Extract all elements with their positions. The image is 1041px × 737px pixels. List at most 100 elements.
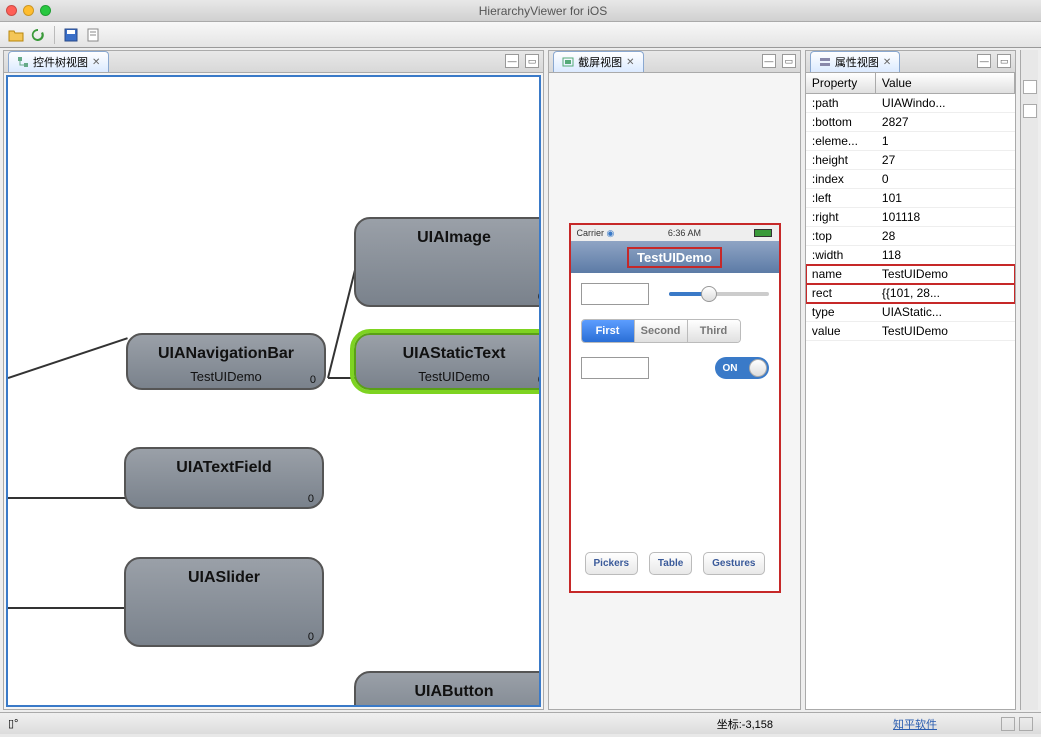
property-row[interactable]: :left101 — [806, 189, 1015, 208]
status-tool-1[interactable] — [1001, 717, 1015, 731]
tree-node-tf[interactable]: UIATextField0 — [124, 447, 324, 509]
switch[interactable]: ON — [715, 357, 769, 379]
property-value: 1 — [876, 132, 1015, 150]
tree-panel: 控件树视图 ✕ — ▭ UIANavigationBarTestUIDemo0U… — [3, 50, 544, 710]
close-icon[interactable]: ✕ — [92, 57, 100, 68]
tree-icon — [17, 56, 29, 68]
segment-second[interactable]: Second — [635, 320, 688, 342]
col-property[interactable]: Property — [806, 73, 876, 93]
property-value: 101 — [876, 189, 1015, 207]
close-icon[interactable]: ✕ — [626, 57, 634, 68]
switch-label: ON — [723, 363, 738, 374]
segment-third[interactable]: Third — [688, 320, 740, 342]
node-title: UIAButton — [356, 683, 541, 701]
minimize-panel-button[interactable]: — — [505, 54, 519, 68]
minimize-panel-button[interactable]: — — [762, 54, 776, 68]
property-row[interactable]: :index0 — [806, 170, 1015, 189]
node-title: UIANavigationBar — [128, 345, 324, 363]
screenshot-tab[interactable]: 截屏视图 ✕ — [553, 51, 643, 72]
property-row[interactable]: :top28 — [806, 227, 1015, 246]
properties-tab-label: 属性视图 — [835, 54, 879, 70]
carrier-label: Carrier ◉ — [577, 228, 615, 239]
property-value: 101118 — [876, 208, 1015, 226]
property-row[interactable]: :height27 — [806, 151, 1015, 170]
col-value[interactable]: Value — [876, 73, 1015, 93]
property-row[interactable]: typeUIAStatic... — [806, 303, 1015, 322]
property-row[interactable]: :bottom2827 — [806, 113, 1015, 132]
property-row[interactable]: :width118 — [806, 246, 1015, 265]
main-area: 控件树视图 ✕ — ▭ UIANavigationBarTestUIDemo0U… — [0, 48, 1041, 712]
document-button[interactable] — [83, 25, 103, 45]
refresh-button[interactable] — [28, 25, 48, 45]
property-key: :path — [806, 94, 876, 112]
property-key: :bottom — [806, 113, 876, 131]
property-key: type — [806, 303, 876, 321]
sidebar-tool-2[interactable] — [1023, 104, 1037, 118]
tree-node-nav[interactable]: UIANavigationBarTestUIDemo0 — [126, 333, 326, 390]
node-badge: 0 — [538, 291, 541, 303]
property-row[interactable]: :pathUIAWindo... — [806, 94, 1015, 113]
slider[interactable] — [669, 284, 769, 304]
sidebar-tool-1[interactable] — [1023, 80, 1037, 94]
save-button[interactable] — [61, 25, 81, 45]
node-title: UIATextField — [126, 459, 322, 477]
minimize-panel-button[interactable]: — — [977, 54, 991, 68]
status-tool-2[interactable] — [1019, 717, 1033, 731]
vendor-link[interactable]: 知平软件 — [893, 716, 937, 732]
phone-content: FirstSecondThird ON Pickers Table Gestures — [571, 273, 779, 591]
property-row[interactable]: nameTestUIDemo — [806, 265, 1015, 284]
button-gestures[interactable]: Gestures — [703, 552, 764, 575]
property-row[interactable]: :right101118 — [806, 208, 1015, 227]
text-field-2[interactable] — [581, 357, 649, 379]
tree-node-btn[interactable]: UIAButtonFirst0 — [354, 671, 541, 707]
property-value: {{101, 28... — [876, 284, 1015, 302]
status-bar: Carrier ◉ 6:36 AM — [571, 225, 779, 241]
property-key: :top — [806, 227, 876, 245]
property-value: 118 — [876, 246, 1015, 264]
properties-table[interactable]: Property Value :pathUIAWindo...:bottom28… — [806, 73, 1015, 709]
property-row[interactable]: valueTestUIDemo — [806, 322, 1015, 341]
slider-thumb[interactable] — [701, 286, 717, 302]
close-icon[interactable]: ✕ — [883, 57, 891, 68]
maximize-panel-button[interactable]: ▭ — [782, 54, 796, 68]
property-row[interactable]: rect{{101, 28... — [806, 284, 1015, 303]
segment-first[interactable]: First — [582, 320, 635, 342]
tree-node-img[interactable]: UIAImage0 — [354, 217, 541, 307]
toolbar — [0, 22, 1041, 48]
tree-node-sl[interactable]: UIASlider0 — [124, 557, 324, 647]
property-value: 27 — [876, 151, 1015, 169]
properties-panel: 属性视图 ✕ — ▭ Property Value :pathUIAWindo.… — [805, 50, 1016, 710]
node-subtitle: TestUIDemo — [356, 369, 541, 384]
toolbar-separator — [54, 26, 55, 44]
maximize-panel-button[interactable]: ▭ — [997, 54, 1011, 68]
tree-canvas[interactable]: UIANavigationBarTestUIDemo0UIAImage0UIAS… — [6, 75, 541, 707]
tree-tab[interactable]: 控件树视图 ✕ — [8, 51, 109, 72]
zoom-icon[interactable] — [40, 5, 51, 16]
property-key: value — [806, 322, 876, 340]
tree-edge — [8, 607, 126, 609]
node-badge: 0 — [308, 631, 314, 643]
text-field[interactable] — [581, 283, 649, 305]
property-value: 0 — [876, 170, 1015, 188]
segmented-control[interactable]: FirstSecondThird — [581, 319, 741, 343]
navigation-bar: TestUIDemo — [571, 241, 779, 273]
properties-tab[interactable]: 属性视图 ✕ — [810, 51, 900, 72]
tree-edge — [8, 337, 129, 379]
property-value: 28 — [876, 227, 1015, 245]
tree-node-st[interactable]: UIAStaticTextTestUIDemo0 — [354, 333, 541, 390]
node-subtitle: TestUIDemo — [128, 369, 324, 384]
maximize-panel-button[interactable]: ▭ — [525, 54, 539, 68]
switch-knob — [749, 359, 767, 377]
close-icon[interactable] — [6, 5, 17, 16]
button-pickers[interactable]: Pickers — [585, 552, 639, 575]
property-row[interactable]: :eleme...1 — [806, 132, 1015, 151]
property-key: :height — [806, 151, 876, 169]
minimize-icon[interactable] — [23, 5, 34, 16]
button-table[interactable]: Table — [649, 552, 692, 575]
wifi-icon: ◉ — [607, 228, 615, 238]
open-folder-button[interactable] — [6, 25, 26, 45]
screenshot-panel-tabbar: 截屏视图 ✕ — ▭ — [549, 51, 800, 73]
screenshot-viewport: Carrier ◉ 6:36 AM TestUIDemo — [549, 73, 800, 709]
slider-fill — [669, 292, 704, 296]
property-value: UIAWindo... — [876, 94, 1015, 112]
